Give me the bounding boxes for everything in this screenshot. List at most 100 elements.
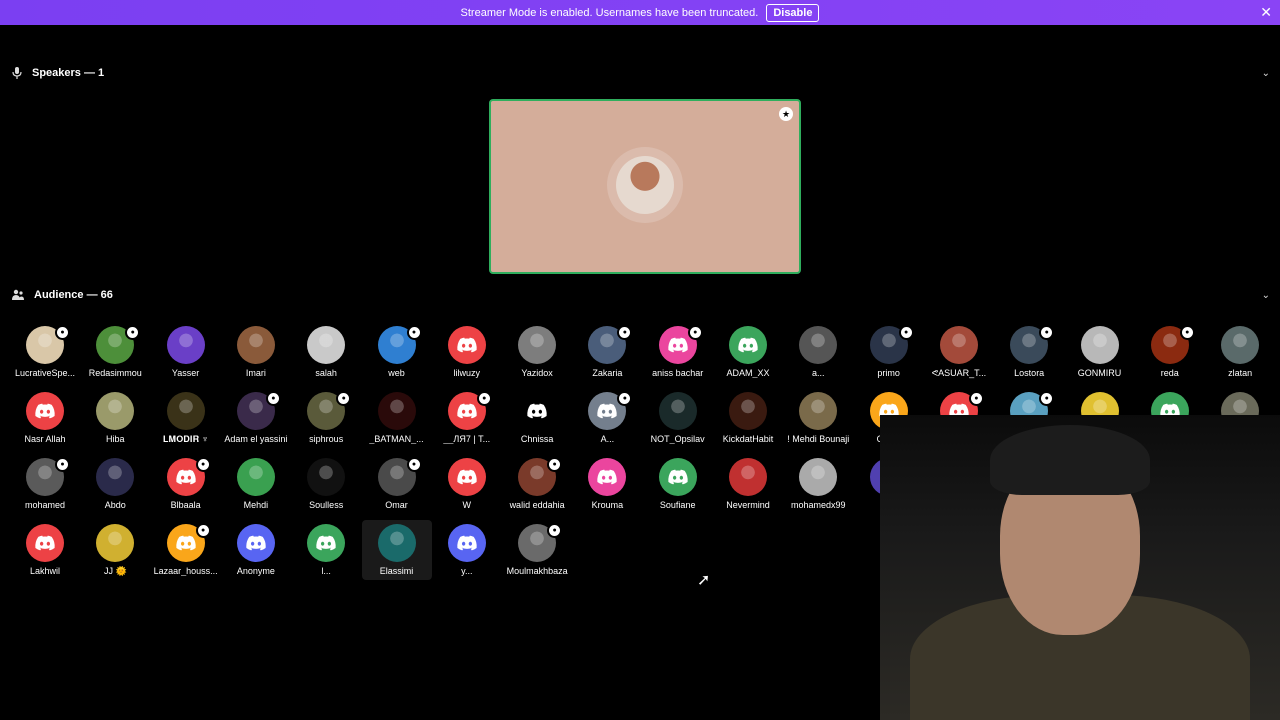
audience-member[interactable]: l... — [291, 520, 361, 580]
audience-member[interactable]: ● Lazaar_houss... — [151, 520, 221, 580]
audience-member[interactable]: Hiba — [80, 388, 150, 448]
microphone-badge-icon: ● — [125, 325, 141, 340]
discord-logo-icon — [175, 469, 196, 485]
audience-member[interactable]: Mehdi — [221, 454, 291, 514]
audience-member[interactable]: KickdatHabit — [713, 388, 783, 448]
microphone-badge-icon: ● — [55, 325, 70, 340]
audience-member[interactable]: ● Adam el yassini — [221, 388, 291, 448]
discord-logo-icon — [457, 535, 477, 551]
audience-member[interactable]: GONMIRU — [1065, 322, 1135, 382]
audience-member[interactable]: ● primo — [854, 322, 924, 382]
discord-logo-icon — [35, 403, 55, 419]
audience-member[interactable]: ● Blbaala — [151, 454, 221, 514]
avatar — [26, 392, 64, 430]
microphone-badge-icon: ● — [547, 523, 563, 538]
avatar — [96, 458, 135, 496]
audience-member[interactable]: salah — [291, 322, 361, 382]
avatar — [166, 392, 205, 430]
discord-logo-icon — [316, 535, 336, 551]
chevron-down-icon[interactable]: ⌄ — [1262, 68, 1270, 79]
streamer-mode-banner: Streamer Mode is enabled. Usernames have… — [0, 0, 1280, 25]
audience-member[interactable]: ● aniss bachar — [643, 322, 713, 382]
audience-member[interactable]: ● reda — [1135, 322, 1205, 382]
audience-member[interactable]: mohamedx99 — [783, 454, 853, 514]
discord-logo-icon — [457, 469, 477, 485]
microphone-badge-icon: ● — [1179, 325, 1195, 340]
audience-member[interactable]: ● siphrous — [291, 388, 361, 448]
microphone-badge-icon: ● — [195, 523, 211, 538]
microphone-badge-icon: ● — [1039, 391, 1055, 406]
audience-member[interactable]: 𝐋𝐌𝐎𝐃𝐈𝐑 ♆ — [151, 388, 221, 448]
avatar — [658, 392, 697, 430]
speakers-title: Speakers — 1 — [32, 67, 105, 79]
audience-member[interactable]: ! Mehdi Bounaji — [783, 388, 853, 448]
speaker-tile[interactable]: ★ — [489, 99, 801, 274]
streamer-webcam-overlay — [880, 415, 1280, 720]
audience-member[interactable]: y... — [432, 520, 502, 580]
audience-member[interactable]: Chnissa — [502, 388, 572, 448]
avatar — [236, 524, 275, 562]
audience-member[interactable]: Soufiane — [643, 454, 713, 514]
moderator-badge-icon: ★ — [779, 107, 793, 121]
avatar — [447, 458, 486, 496]
member-name: zlatan — [1228, 368, 1253, 378]
mouse-cursor-icon: ➚ — [697, 572, 711, 589]
audience-member[interactable]: ● walid eddahia — [502, 454, 572, 514]
audience-member[interactable]: ● __ЛЯ7 | T... — [432, 388, 502, 448]
audience-member[interactable]: Nasr Allah — [10, 388, 80, 448]
audience-member[interactable]: Anonyme — [221, 520, 291, 580]
avatar — [96, 392, 135, 430]
audience-member[interactable]: NOT_Opsilav — [643, 388, 713, 448]
microphone-badge-icon: ● — [195, 457, 211, 472]
audience-member[interactable]: ● Omar — [362, 454, 432, 514]
audience-member[interactable]: Yazidox — [502, 322, 572, 382]
audience-member[interactable]: ● Moulmakhbaza — [502, 520, 572, 580]
audience-member[interactable]: _BATMAN_... — [362, 388, 432, 448]
audience-member[interactable]: Lakhwil — [10, 520, 80, 580]
microphone-badge-icon: ● — [406, 457, 422, 472]
audience-member[interactable]: ᕙASUAR_T... — [924, 322, 994, 382]
close-icon[interactable]: ✕ — [1260, 4, 1272, 21]
audience-member[interactable]: lilwuzy — [432, 322, 502, 382]
audience-member[interactable]: ● mohamed — [10, 454, 80, 514]
avatar — [939, 326, 978, 364]
audience-member[interactable]: ADAM_XX — [713, 322, 783, 382]
banner-text: Streamer Mode is enabled. Usernames have… — [460, 6, 759, 19]
audience-member[interactable]: W — [432, 454, 502, 514]
audience-member[interactable]: Yasser — [151, 322, 221, 382]
avatar — [729, 392, 767, 430]
microphone-badge-icon: ● — [476, 391, 492, 406]
chevron-down-icon[interactable]: ⌄ — [1262, 290, 1270, 301]
audience-member[interactable]: a... — [783, 322, 853, 382]
audience-member[interactable]: Soulless — [291, 454, 361, 514]
audience-member[interactable]: ● web — [362, 322, 432, 382]
speakers-header[interactable]: Speakers — 1 — [12, 67, 104, 79]
audience-member[interactable]: JJ 🌞 — [80, 520, 150, 580]
discord-logo-icon — [527, 403, 547, 419]
microphone-badge-icon: ● — [617, 391, 633, 406]
discord-logo-icon — [35, 535, 55, 551]
avatar — [1080, 326, 1119, 364]
disable-button[interactable]: Disable — [766, 3, 820, 22]
member-name: Moulmakhbaza — [506, 566, 568, 576]
audience-member[interactable]: Krouma — [572, 454, 642, 514]
audience-member[interactable]: Nevermind — [713, 454, 783, 514]
audience-member[interactable]: Elassimi — [361, 520, 432, 580]
avatar — [658, 458, 697, 496]
microphone-icon — [12, 67, 22, 79]
audience-member[interactable]: ● Zakaria — [572, 322, 642, 382]
avatar — [166, 326, 205, 364]
audience-member[interactable]: Imari — [221, 322, 291, 382]
avatar — [447, 524, 486, 562]
audience-member[interactable]: ● LucrativeSpe... — [10, 322, 80, 382]
microphone-badge-icon: ● — [617, 325, 633, 340]
audience-member[interactable]: zlatan — [1205, 322, 1275, 382]
audience-member[interactable]: Abdo — [80, 454, 150, 514]
audience-member[interactable]: ● A... — [572, 388, 642, 448]
microphone-badge-icon: ● — [406, 325, 422, 340]
audience-member[interactable]: ● Lostora — [994, 322, 1064, 382]
audience-member[interactable]: ● Redasimmou — [80, 322, 150, 382]
discord-logo-icon — [738, 337, 758, 353]
microphone-badge-icon: ● — [687, 325, 703, 340]
audience-header[interactable]: Audience — 66 — [12, 289, 113, 301]
